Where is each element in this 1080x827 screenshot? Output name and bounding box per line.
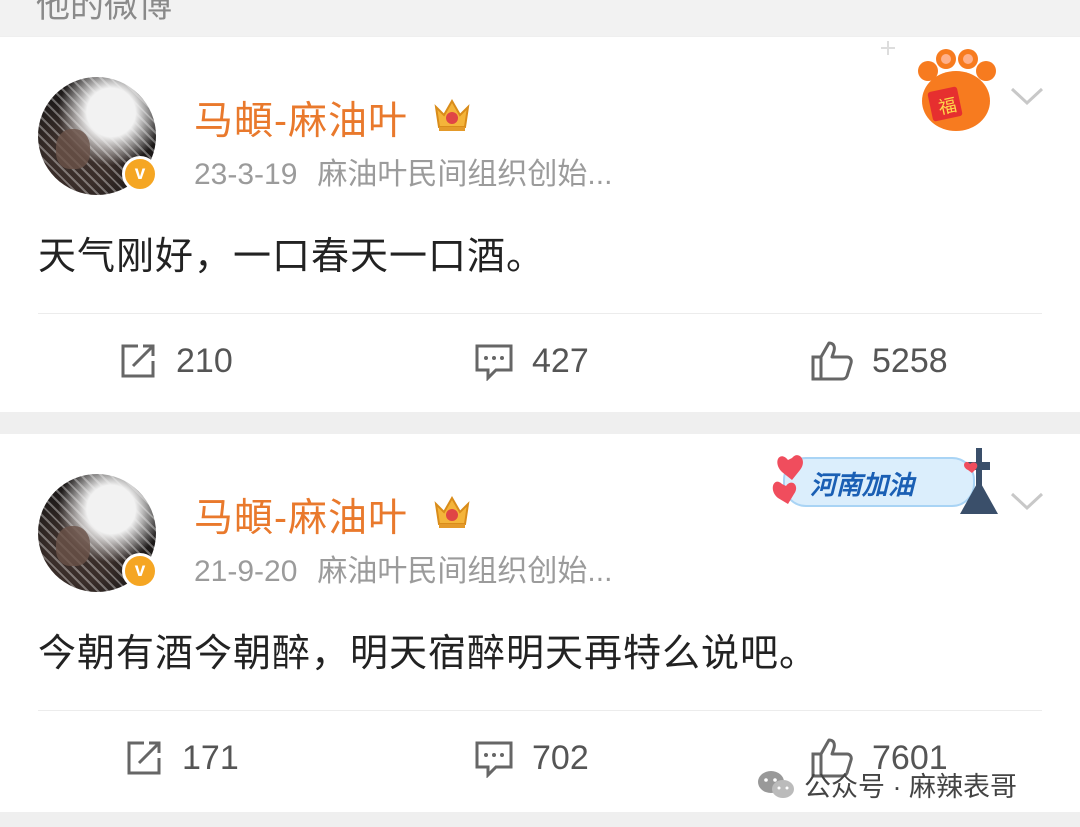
post-source: 麻油叶民间组织创始... <box>317 555 613 588</box>
wechat-icon <box>758 770 794 798</box>
comment-button[interactable]: 702 <box>474 736 589 780</box>
sticker-text: 河南加油 <box>810 471 917 500</box>
repost-button[interactable]: 171 <box>124 736 239 780</box>
post-meta: 21-9-20 麻油叶民间组织创始... <box>194 546 612 590</box>
vip-crown-icon <box>434 495 470 528</box>
watermark-text: 公众号 · 麻辣表哥 <box>804 772 1017 802</box>
vip-crown-icon <box>434 98 470 131</box>
watermark: 公众号 · 麻辣表哥 <box>756 765 1017 804</box>
post-source: 麻油叶民间组织创始... <box>317 158 613 191</box>
verified-badge-icon: v <box>122 553 158 589</box>
thumbs-up-icon <box>811 341 853 381</box>
post-actions: 210 427 5258 <box>0 314 1080 412</box>
comment-icon <box>475 741 513 778</box>
username[interactable]: 马頔-麻油叶 <box>194 90 408 146</box>
like-button[interactable]: 5258 <box>810 339 948 383</box>
chevron-down-icon[interactable] <box>1008 490 1046 514</box>
repost-icon <box>121 344 155 378</box>
repost-count: 171 <box>182 738 239 777</box>
post-meta: 23-3-19 麻油叶民间组织创始... <box>194 149 612 193</box>
comment-button[interactable]: 427 <box>474 339 589 383</box>
henan-sticker-icon: 河南加油 <box>772 448 998 514</box>
comment-icon <box>475 344 513 381</box>
verified-badge-icon: v <box>122 156 158 192</box>
repost-count: 210 <box>176 341 233 380</box>
avatar-face <box>56 526 90 566</box>
chevron-down-icon[interactable] <box>1008 85 1046 109</box>
post-content: 今朝有酒今朝醉，明天宿醉明天再特么说吧。 <box>38 633 819 675</box>
like-count: 5258 <box>872 341 948 380</box>
username[interactable]: 马頔-麻油叶 <box>194 487 408 543</box>
tiger-sticker-icon: 福 虎气来了 <box>788 41 996 131</box>
post-date: 23-3-19 <box>194 158 298 191</box>
previous-section-label: 他的微博 <box>36 0 172 26</box>
post-content: 天气刚好，一口春天一口酒。 <box>38 236 546 278</box>
avatar-face <box>56 129 90 169</box>
repost-button[interactable]: 210 <box>118 339 233 383</box>
repost-icon <box>127 741 161 775</box>
previous-section-header: 他的微博 <box>0 0 1080 36</box>
sticker-text: 虎气来了 <box>788 78 903 124</box>
weibo-post[interactable]: v 马頔-麻油叶 21-9-20 麻油叶民间组织创始... 河南加油 今朝有酒今朝… <box>0 434 1080 812</box>
post-date: 21-9-20 <box>194 555 298 588</box>
comment-count: 427 <box>532 341 589 380</box>
comment-count: 702 <box>532 738 589 777</box>
weibo-post[interactable]: v 马頔-麻油叶 23-3-19 麻油叶民间组织创始... 福 虎气来了 天气刚好… <box>0 37 1080 412</box>
